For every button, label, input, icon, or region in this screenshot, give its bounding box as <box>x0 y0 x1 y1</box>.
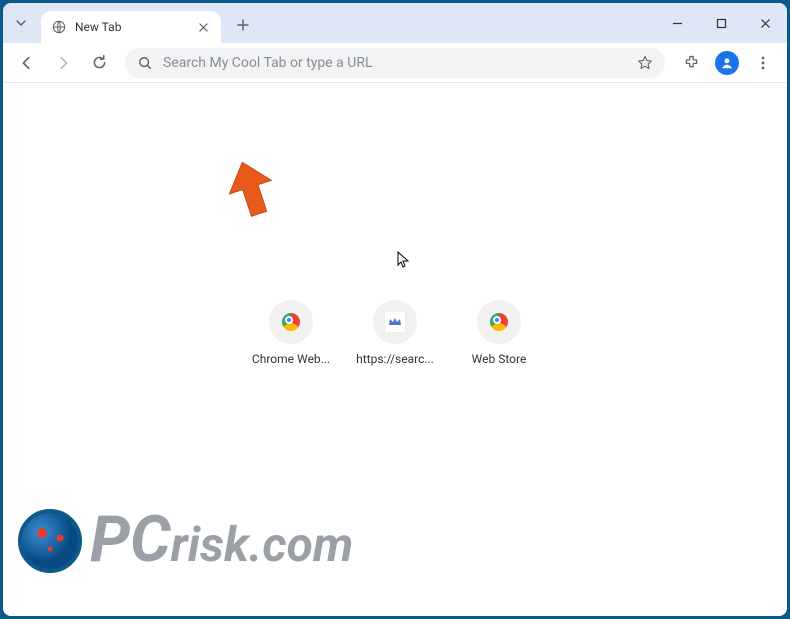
address-input[interactable] <box>163 55 637 71</box>
reload-button[interactable] <box>83 47 115 79</box>
extensions-button[interactable] <box>675 47 707 79</box>
toolbar <box>3 43 787 83</box>
site-favicon-icon <box>384 311 406 333</box>
forward-button[interactable] <box>47 47 79 79</box>
omnibox[interactable] <box>125 48 665 78</box>
globe-icon <box>51 19 67 35</box>
close-window-button[interactable] <box>743 3 787 43</box>
title-bar: New Tab <box>3 3 787 43</box>
shortcut-tile <box>373 300 417 344</box>
shortcut-grid: Chrome Web... https://searc... Web Store <box>247 300 543 366</box>
tab-title: New Tab <box>75 20 195 34</box>
menu-button[interactable] <box>747 47 779 79</box>
watermark-suffix: risk.com <box>171 516 354 573</box>
shortcut-item[interactable]: Web Store <box>455 300 543 366</box>
shortcut-item[interactable]: Chrome Web... <box>247 300 335 366</box>
annotation-arrow-icon <box>225 159 277 219</box>
maximize-button[interactable] <box>699 3 743 43</box>
shortcut-label: Chrome Web... <box>247 352 335 366</box>
window-controls <box>655 3 787 43</box>
shortcut-tile <box>477 300 521 344</box>
browser-tab[interactable]: New Tab <box>41 11 221 43</box>
watermark-prefix: PC <box>90 502 171 577</box>
shortcut-label: https://searc... <box>351 352 439 366</box>
chrome-icon <box>282 313 300 331</box>
back-button[interactable] <box>11 47 43 79</box>
avatar-icon <box>715 51 739 75</box>
minimize-button[interactable] <box>655 3 699 43</box>
bookmark-star-icon[interactable] <box>637 55 653 71</box>
shortcut-item[interactable]: https://searc... <box>351 300 439 366</box>
new-tab-button[interactable] <box>229 11 257 39</box>
search-icon <box>137 55 153 71</box>
pcrisk-watermark: PCrisk.com <box>12 493 492 583</box>
shortcut-label: Web Store <box>455 352 543 366</box>
shortcut-tile <box>269 300 313 344</box>
mouse-cursor-icon <box>397 251 411 269</box>
tab-search-dropdown[interactable] <box>9 11 33 35</box>
svg-text:PCrisk.com: PCrisk.com <box>90 502 353 577</box>
tab-close-button[interactable] <box>195 19 211 35</box>
chrome-icon <box>490 313 508 331</box>
profile-button[interactable] <box>711 47 743 79</box>
